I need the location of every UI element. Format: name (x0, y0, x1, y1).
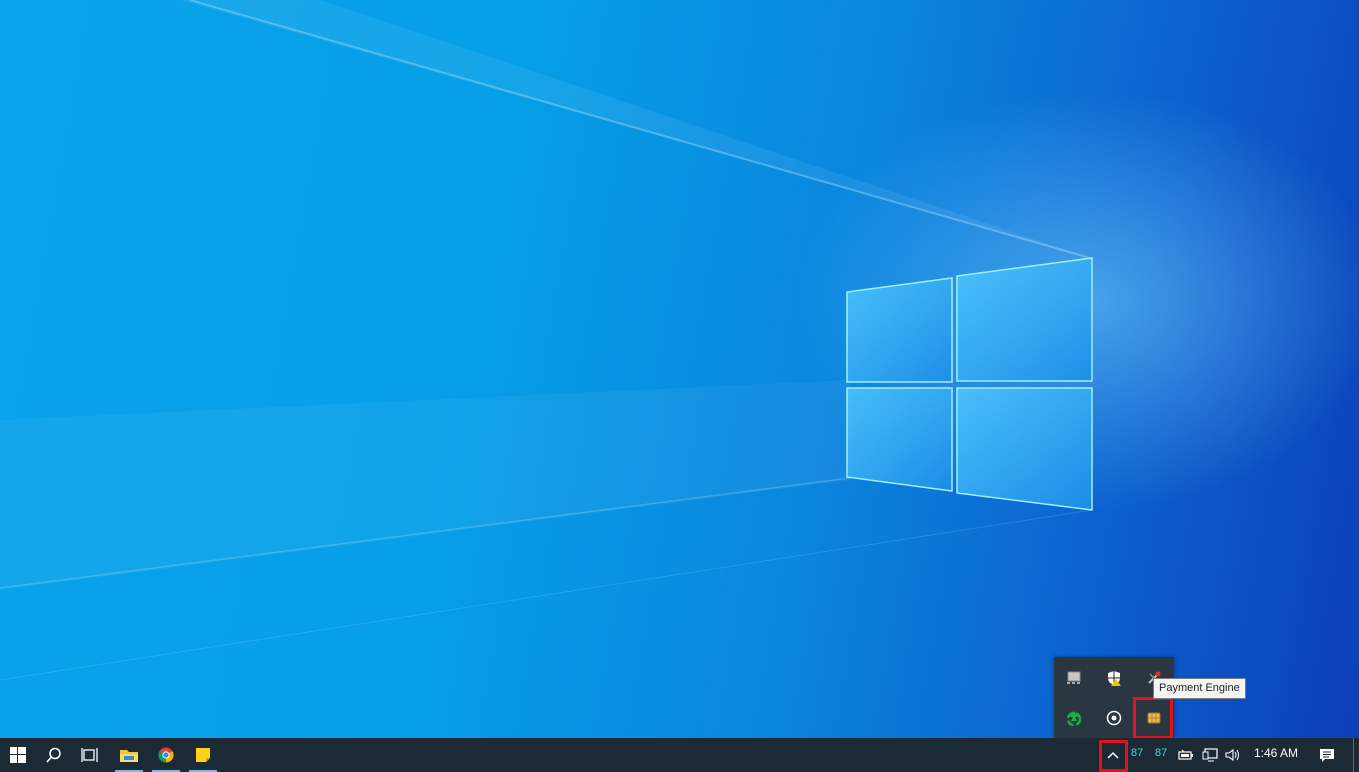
network-icon (1202, 748, 1218, 762)
desktop (0, 0, 1359, 738)
battery-icon (1178, 749, 1193, 760)
battery-indicator[interactable] (1176, 738, 1196, 772)
action-center-icon (1320, 748, 1334, 762)
taskbar-clock[interactable]: 1:46 AM (1248, 738, 1304, 772)
network-indicator[interactable] (1199, 738, 1221, 772)
temp-readout-1[interactable]: 87 (1131, 738, 1143, 772)
recycle-icon[interactable] (1060, 704, 1088, 732)
chrome-icon (158, 747, 174, 763)
show-desktop-button[interactable] (1353, 738, 1354, 772)
folder-icon (120, 750, 138, 762)
file-explorer-button[interactable] (111, 738, 147, 772)
chevron-highlight (1099, 740, 1128, 772)
task-view-icon (81, 748, 98, 762)
chrome-button[interactable] (148, 738, 184, 772)
windows-start-icon (10, 747, 26, 763)
taskbar: 87 87 1:46 AM (0, 738, 1359, 772)
payment-engine-tooltip: Payment Engine (1153, 678, 1246, 699)
display-icon[interactable] (1060, 664, 1088, 692)
action-center-button[interactable] (1310, 738, 1344, 772)
start-button[interactable] (0, 738, 36, 772)
windows-logo-icon (846, 257, 1093, 511)
volume-icon (1225, 748, 1239, 762)
sticky-notes-button[interactable] (185, 738, 221, 772)
temp-readout-2[interactable]: 87 (1155, 738, 1167, 772)
security-shield-icon[interactable] (1100, 664, 1128, 692)
record-icon[interactable] (1100, 704, 1128, 732)
task-view-button[interactable] (72, 738, 108, 772)
volume-indicator[interactable] (1222, 738, 1244, 772)
payment-engine-highlight (1133, 697, 1173, 739)
sticky-notes-icon (196, 748, 210, 762)
search-icon (46, 747, 61, 763)
search-button[interactable] (36, 738, 72, 772)
